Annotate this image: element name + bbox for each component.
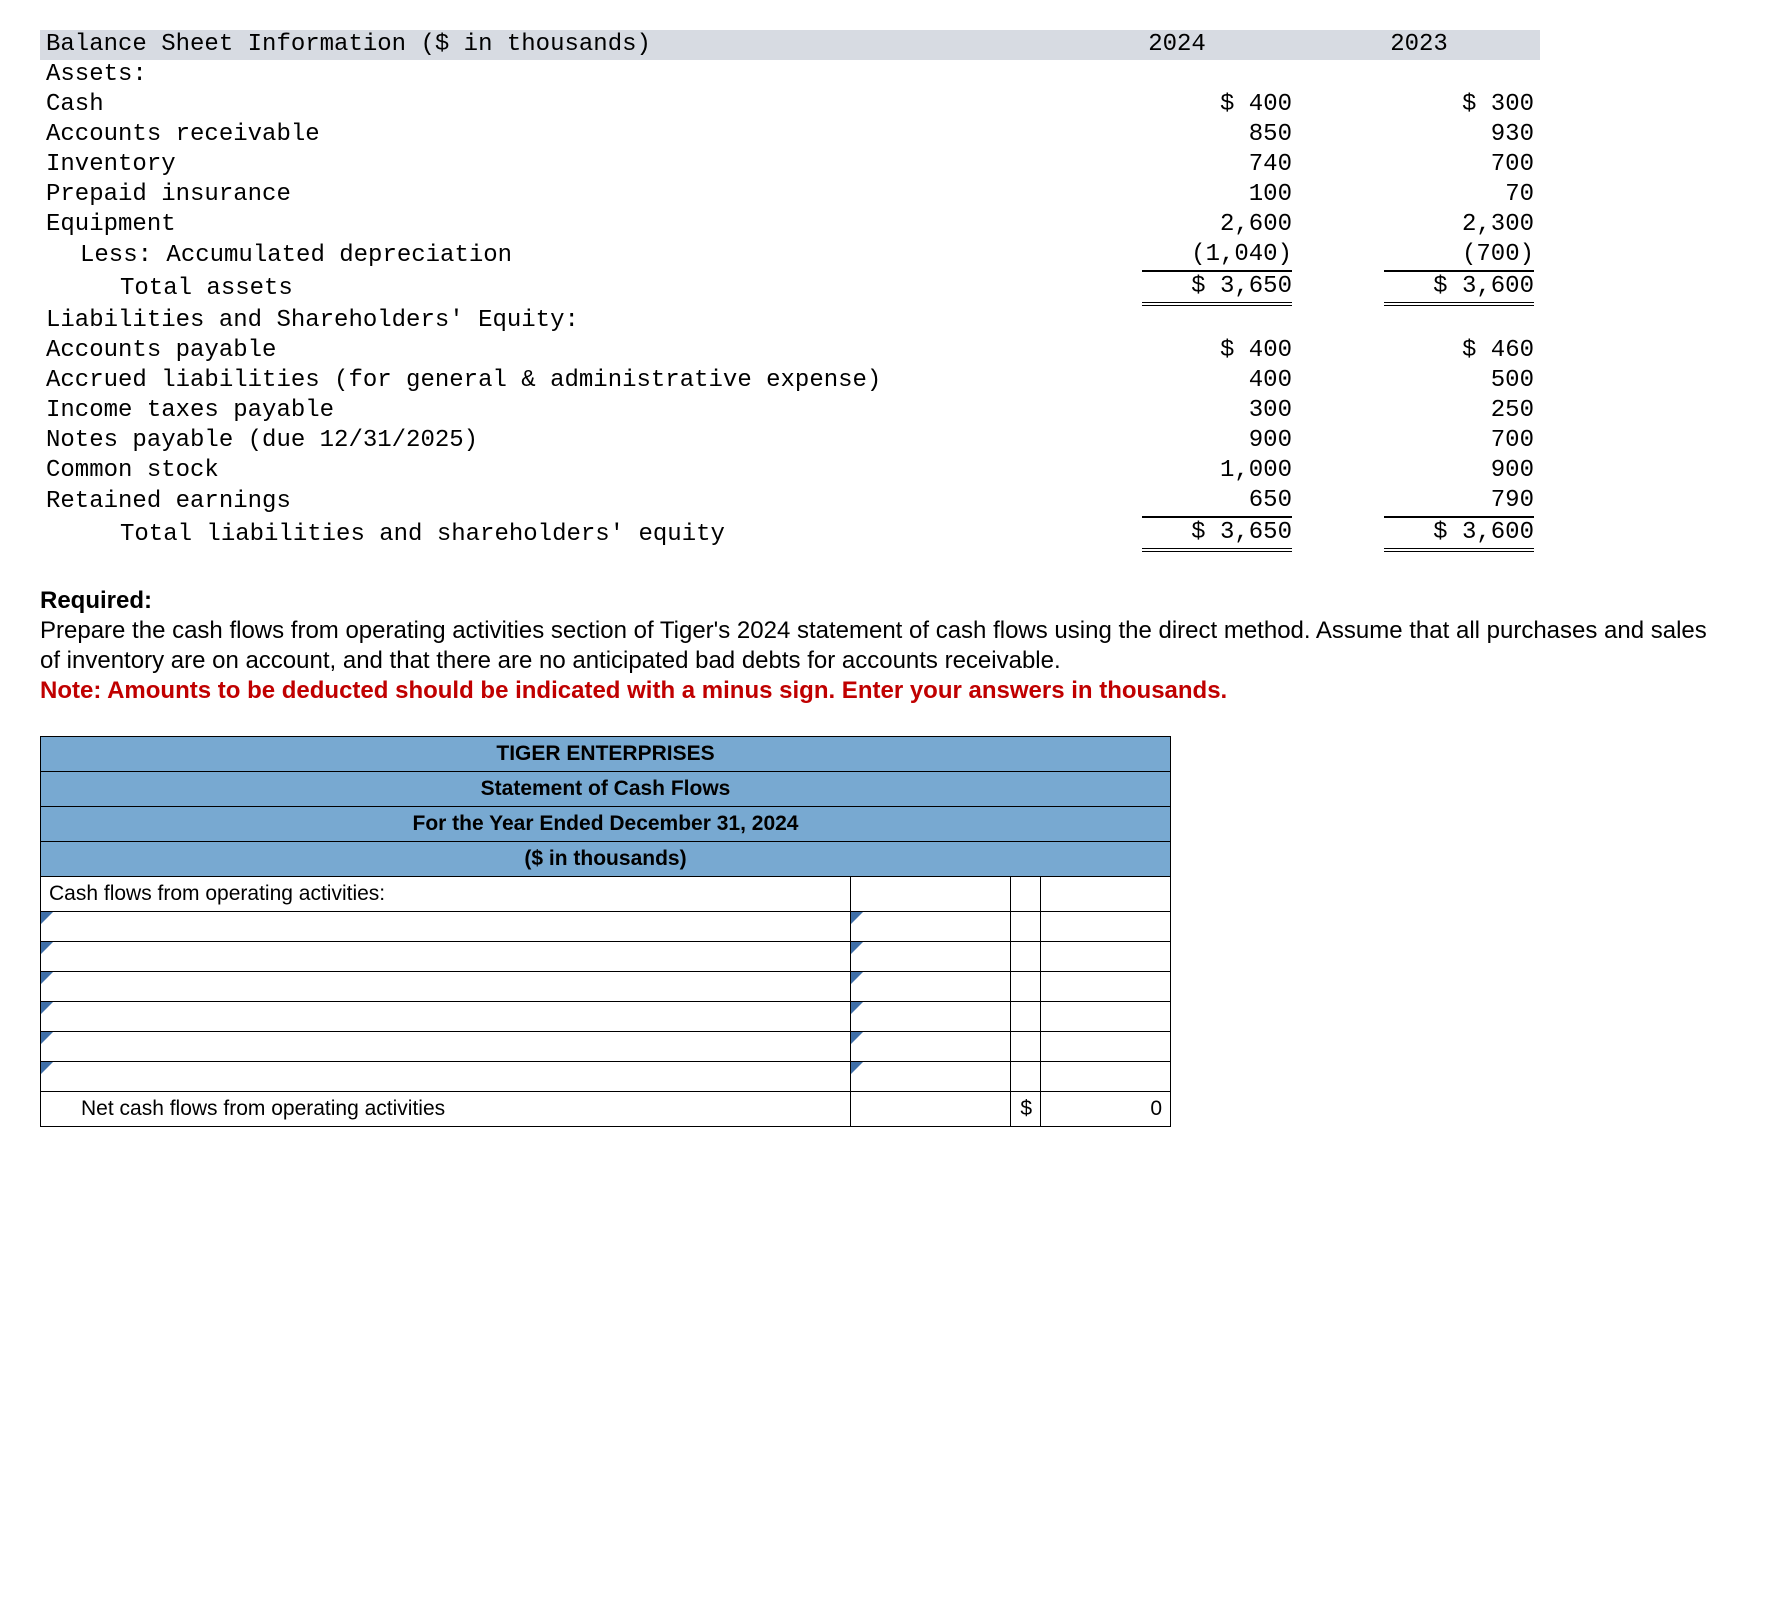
cf-net-value: 0 — [1041, 1092, 1171, 1127]
row-retained-label: Retained earnings — [40, 486, 1056, 518]
row-accrued-2023: 500 — [1384, 366, 1534, 396]
row-notes-2024: 900 — [1142, 426, 1292, 456]
year-2024-header: 2024 — [1056, 30, 1298, 60]
cf-line-1-amt1[interactable] — [851, 912, 1011, 942]
row-ar-2023: 930 — [1384, 120, 1534, 150]
row-ar-label: Accounts receivable — [40, 120, 1056, 150]
cf-line-6-desc[interactable] — [41, 1062, 851, 1092]
row-retained-2024: 650 — [1142, 486, 1292, 518]
cf-header-2: Statement of Cash Flows — [41, 772, 1171, 807]
cf-net-currency: $ — [1011, 1092, 1041, 1127]
row-inventory-label: Inventory — [40, 150, 1056, 180]
row-taxes-2023: 250 — [1384, 396, 1534, 426]
row-prepaid-label: Prepaid insurance — [40, 180, 1056, 210]
row-accdep-2024: (1,040) — [1142, 240, 1292, 272]
row-inventory-2024: 740 — [1142, 150, 1292, 180]
required-body: Prepare the cash flows from operating ac… — [40, 616, 1728, 676]
row-totalliabeq-2023: $ 3,600 — [1384, 518, 1534, 552]
cf-line-2-amt2v — [1041, 942, 1171, 972]
cf-header-3: For the Year Ended December 31, 2024 — [41, 807, 1171, 842]
cf-line-3-desc[interactable] — [41, 972, 851, 1002]
cf-line-3-amt2v — [1041, 972, 1171, 1002]
cf-line-4-desc[interactable] — [41, 1002, 851, 1032]
row-notes-2023: 700 — [1384, 426, 1534, 456]
assets-section-header: Assets: — [40, 60, 1056, 90]
row-taxes-2024: 300 — [1142, 396, 1292, 426]
balance-sheet-title: Balance Sheet Information ($ in thousand… — [40, 30, 1056, 60]
cf-line-2-desc[interactable] — [41, 942, 851, 972]
row-retained-2023: 790 — [1384, 486, 1534, 518]
row-inventory-2023: 700 — [1384, 150, 1534, 180]
liab-section-header: Liabilities and Shareholders' Equity: — [40, 306, 1056, 336]
row-ar-2024: 850 — [1142, 120, 1292, 150]
cf-line-5-amt1[interactable] — [851, 1032, 1011, 1062]
cf-line-2-amt2c — [1011, 942, 1041, 972]
row-cash-2023: $ 300 — [1384, 90, 1534, 120]
cf-net-label: Net cash flows from operating activities — [41, 1092, 851, 1127]
row-ap-2023: $ 460 — [1384, 336, 1534, 366]
row-cash-label: Cash — [40, 90, 1056, 120]
row-totalassets-label: Total assets — [40, 272, 1056, 306]
row-accrued-label: Accrued liabilities (for general & admin… — [40, 366, 1056, 396]
cf-line-5-amt2v — [1041, 1032, 1171, 1062]
required-note: Note: Amounts to be deducted should be i… — [40, 676, 1728, 706]
row-accrued-2024: 400 — [1142, 366, 1292, 396]
row-totalassets-2024: $ 3,650 — [1142, 272, 1292, 306]
row-notes-label: Notes payable (due 12/31/2025) — [40, 426, 1056, 456]
cf-line-4-amt1[interactable] — [851, 1002, 1011, 1032]
cf-line-6-amt2v — [1041, 1062, 1171, 1092]
cf-line-4-amt2c — [1011, 1002, 1041, 1032]
balance-sheet-table: Balance Sheet Information ($ in thousand… — [40, 30, 1540, 552]
cf-line-6-amt2c — [1011, 1062, 1041, 1092]
row-totalliabeq-label: Total liabilities and shareholders' equi… — [40, 518, 1056, 552]
row-equipment-label: Equipment — [40, 210, 1056, 240]
cf-line-5-amt2c — [1011, 1032, 1041, 1062]
cf-line-1-desc[interactable] — [41, 912, 851, 942]
cash-flow-form: TIGER ENTERPRISES Statement of Cash Flow… — [40, 736, 1171, 1127]
cf-line-2-amt1[interactable] — [851, 942, 1011, 972]
cf-header-1: TIGER ENTERPRISES — [41, 737, 1171, 772]
row-prepaid-2023: 70 — [1384, 180, 1534, 210]
cf-header-4: ($ in thousands) — [41, 842, 1171, 877]
row-common-2024: 1,000 — [1142, 456, 1292, 486]
row-totalliabeq-2024: $ 3,650 — [1142, 518, 1292, 552]
row-ap-2024: $ 400 — [1142, 336, 1292, 366]
row-taxes-label: Income taxes payable — [40, 396, 1056, 426]
row-equipment-2024: 2,600 — [1142, 210, 1292, 240]
row-totalassets-2023: $ 3,600 — [1384, 272, 1534, 306]
cf-section-amt1 — [851, 877, 1011, 912]
row-common-2023: 900 — [1384, 456, 1534, 486]
row-equipment-2023: 2,300 — [1384, 210, 1534, 240]
cf-section-amt2v — [1041, 877, 1171, 912]
cf-line-5-desc[interactable] — [41, 1032, 851, 1062]
required-block: Required: Prepare the cash flows from op… — [40, 586, 1728, 706]
row-accdep-label: Less: Accumulated depreciation — [40, 240, 1056, 272]
row-common-label: Common stock — [40, 456, 1056, 486]
cf-line-4-amt2v — [1041, 1002, 1171, 1032]
cf-net-amt1 — [851, 1092, 1011, 1127]
cf-line-6-amt1[interactable] — [851, 1062, 1011, 1092]
required-heading: Required: — [40, 586, 1728, 616]
cf-section-amt2c — [1011, 877, 1041, 912]
cf-line-1-amt2c — [1011, 912, 1041, 942]
year-2023-header: 2023 — [1298, 30, 1540, 60]
row-cash-2024: $ 400 — [1142, 90, 1292, 120]
row-ap-label: Accounts payable — [40, 336, 1056, 366]
cf-line-3-amt2c — [1011, 972, 1041, 1002]
cf-line-1-amt2v — [1041, 912, 1171, 942]
cf-section-label: Cash flows from operating activities: — [41, 877, 851, 912]
row-prepaid-2024: 100 — [1142, 180, 1292, 210]
cf-line-3-amt1[interactable] — [851, 972, 1011, 1002]
row-accdep-2023: (700) — [1384, 240, 1534, 272]
